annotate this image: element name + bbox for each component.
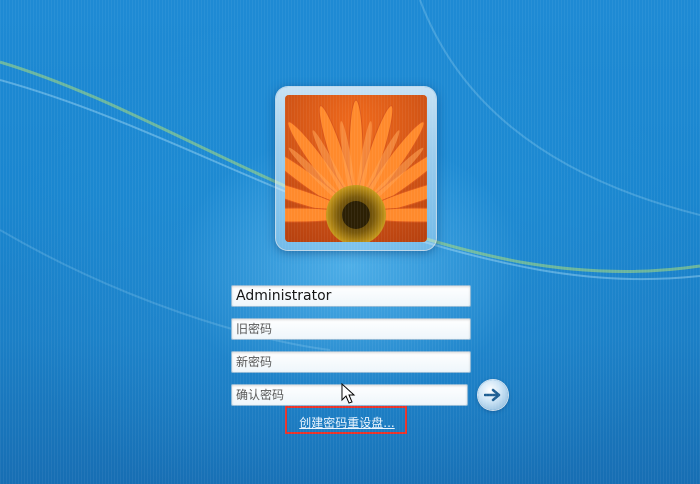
flower-avatar-icon <box>285 95 427 242</box>
avatar <box>285 95 427 242</box>
arrow-right-icon <box>484 388 501 402</box>
submit-button[interactable] <box>478 380 508 410</box>
login-screen: Administrator 旧密码 新密码 确认密码 创建密码重设盘... <box>0 0 700 484</box>
create-reset-disk-link[interactable]: 创建密码重设盘... <box>290 414 404 430</box>
mouse-pointer-icon <box>341 383 356 404</box>
user-avatar-frame <box>276 87 436 250</box>
new-password-field[interactable]: 新密码 <box>231 351 471 373</box>
username-field: Administrator <box>231 285 471 307</box>
old-password-field[interactable]: 旧密码 <box>231 318 471 340</box>
